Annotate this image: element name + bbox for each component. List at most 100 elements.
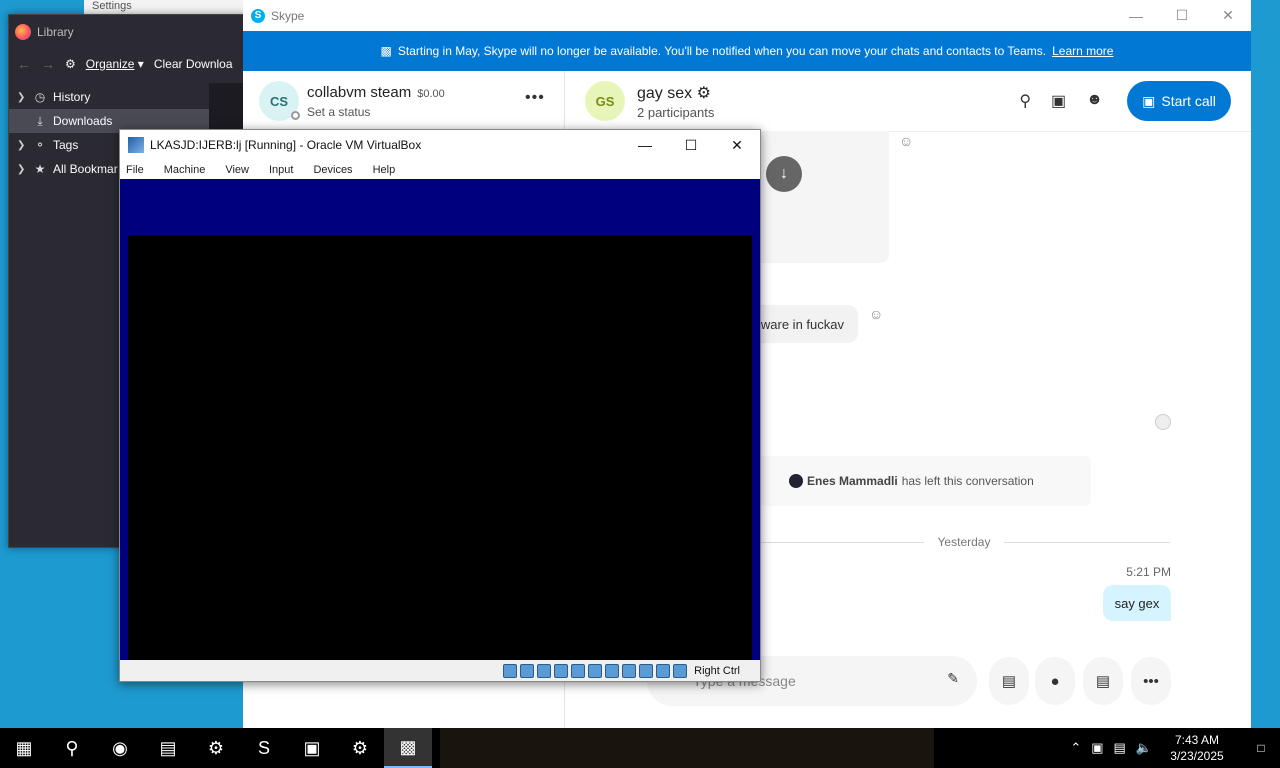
gallery-icon[interactable]: ▣ (1051, 91, 1066, 111)
send-file-button[interactable]: ▤ (989, 657, 1029, 705)
tree-item-label: History (53, 90, 91, 104)
video-icon: ▣ (1142, 92, 1156, 109)
search-icon[interactable]: ⚲ (48, 728, 96, 768)
system-message: Enes Mammadli has left this conversation (758, 456, 1091, 506)
menu-file[interactable]: File (126, 164, 144, 176)
microphone-button[interactable]: ● (1035, 657, 1075, 705)
recording-icon[interactable] (622, 663, 637, 678)
banner-text: Starting in May, Skype will no longer be… (397, 44, 1047, 58)
forward-icon[interactable]: → (41, 56, 55, 72)
chevron-right-icon[interactable]: ❯ (17, 164, 31, 175)
steam-icon[interactable]: ⚙ (192, 728, 240, 768)
emoji-reaction-icon[interactable]: ☺ (899, 133, 913, 149)
menu-machine[interactable]: Machine (164, 164, 206, 176)
message-bubble[interactable]: lware in fuckav (758, 305, 858, 343)
credit-balance[interactable]: $0.00 (417, 88, 445, 100)
message-text: lware in fuckav (758, 316, 844, 332)
message-text: say gex (1114, 595, 1160, 611)
chat-title[interactable]: gay sex (637, 85, 692, 102)
device-icon[interactable]: ▣ (1091, 740, 1103, 756)
back-icon[interactable]: ← (17, 56, 31, 72)
notifications-icon[interactable]: □ (1242, 741, 1280, 755)
add-participant-icon[interactable]: ☻ (1086, 91, 1103, 111)
file-message[interactable]: ↓ (758, 131, 889, 263)
emoji-reaction-icon[interactable]: ☺ (869, 306, 883, 322)
contact-card-button[interactable]: ▤ (1083, 657, 1123, 705)
pen-icon[interactable]: ✎ (947, 670, 959, 687)
close-button[interactable]: ✕ (1205, 0, 1251, 31)
vbox-titlebar[interactable]: LKASJD:IJERB:lj [Running] - Oracle VM Vi… (120, 130, 760, 160)
minimize-button[interactable]: — (1113, 0, 1159, 31)
network-icon[interactable]: ▤ (1114, 740, 1126, 756)
user-avatar (789, 474, 803, 488)
vm-console-icon[interactable]: ▩ (384, 728, 432, 768)
network-icon[interactable] (554, 663, 569, 678)
shared-folders-icon[interactable] (588, 663, 603, 678)
clock-time: 7:43 AM (1174, 733, 1220, 747)
firefox-icon (15, 24, 31, 40)
chat-header: GS gay sex ⚙ 2 participants ⚲ ▣ ☻ ▣ Star… (565, 71, 1251, 132)
settings-title: Settings (92, 0, 132, 12)
star-icon: ★ (34, 162, 46, 176)
display-icon[interactable] (605, 663, 620, 678)
firefox-icon[interactable]: ◉ (96, 728, 144, 768)
maximize-button[interactable]: ☐ (668, 130, 714, 160)
chat-avatar[interactable]: GS (585, 81, 625, 121)
system-tray: ⌃ ▣ ▤ 🔈 7:43 AM 3/23/2025 □ (1070, 728, 1280, 768)
chevron-right-icon[interactable]: ❯ (17, 140, 31, 151)
user-name[interactable]: Enes Mammadli (807, 474, 898, 488)
virtualbox-icon[interactable]: ▣ (288, 728, 336, 768)
close-button[interactable]: ✕ (714, 130, 760, 160)
tree-item-history[interactable]: ❯ ◷ History (9, 85, 209, 109)
optical-drive-icon[interactable] (520, 663, 535, 678)
gear-icon: ⚙ (65, 57, 76, 71)
profile-header[interactable]: CS collabvm steam $0.00 Set a status (243, 71, 564, 131)
volume-muted-icon[interactable]: 🔈 (1136, 740, 1152, 756)
menu-devices[interactable]: Devices (313, 164, 352, 176)
file-explorer-icon[interactable]: ▤ (144, 728, 192, 768)
avatar-initials: CS (269, 93, 289, 109)
maximize-button[interactable]: ☐ (1159, 0, 1205, 31)
date-label: Yesterday (937, 535, 991, 549)
clock[interactable]: 7:43 AM 3/23/2025 (1162, 732, 1232, 764)
contact-card-icon: ▤ (1095, 673, 1111, 690)
minimize-button[interactable]: — (622, 130, 668, 160)
more-button[interactable]: ••• (1131, 657, 1171, 705)
clear-downloads-button[interactable]: Clear Downloa (154, 57, 233, 71)
avatar[interactable]: CS (259, 81, 300, 121)
date-divider: Yesterday (758, 532, 1170, 552)
tree-item-label: All Bookmar (53, 162, 118, 176)
usb-icon[interactable] (571, 663, 586, 678)
start-call-button[interactable]: ▣ Start call (1127, 81, 1231, 121)
clock-icon: ◷ (34, 90, 46, 104)
message-time: 5:21 PM (1126, 565, 1171, 579)
sent-message-bubble[interactable]: say gex (1103, 585, 1171, 621)
library-titlebar[interactable]: Library (9, 15, 259, 49)
menu-view[interactable]: View (225, 164, 249, 176)
set-status-link[interactable]: Set a status (307, 105, 445, 119)
skype-titlebar[interactable]: S Skype — ☐ ✕ (243, 0, 1251, 31)
keyboard-icon[interactable] (673, 663, 688, 678)
mouse-integration-icon[interactable] (656, 663, 671, 678)
download-icon[interactable]: ↓ (766, 156, 802, 192)
skype-icon[interactable]: S (240, 728, 288, 768)
vm-display-area[interactable] (128, 235, 752, 660)
more-options-icon[interactable]: ••• (525, 89, 545, 107)
cpu-icon[interactable] (639, 663, 654, 678)
vm-screen[interactable] (120, 179, 760, 660)
menu-input[interactable]: Input (269, 164, 293, 176)
organize-button[interactable]: Organize ▾ (86, 57, 144, 71)
skype-logo-icon: S (251, 8, 265, 23)
learn-more-link[interactable]: Learn more (1052, 44, 1113, 58)
start-icon[interactable]: ▦ (0, 728, 48, 768)
participants-count[interactable]: 2 participants (637, 105, 714, 120)
audio-icon[interactable] (537, 663, 552, 678)
gear-icon[interactable]: ⚙ (697, 85, 711, 102)
teams-banner: ▩ Starting in May, Skype will no longer … (243, 31, 1251, 71)
menu-help[interactable]: Help (373, 164, 396, 176)
hard-disk-icon[interactable] (503, 663, 518, 678)
search-icon[interactable]: ⚲ (1019, 91, 1031, 111)
settings-icon[interactable]: ⚙ (336, 728, 384, 768)
show-hidden-icons-icon[interactable]: ⌃ (1070, 740, 1081, 756)
chevron-right-icon[interactable]: ❯ (17, 92, 31, 103)
